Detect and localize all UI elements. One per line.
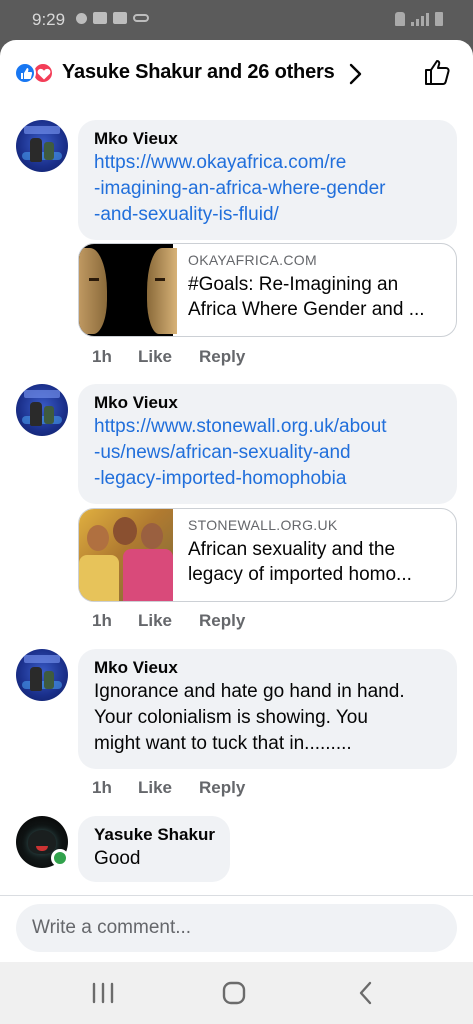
notification-icons [76, 12, 149, 24]
comment-bubble[interactable]: Mko Vieux https://www.okayafrica.com/re … [78, 120, 457, 240]
comment-time: 1h [92, 347, 112, 366]
link-preview-title: African sexuality and the legacy of impo… [188, 537, 450, 587]
back-icon[interactable] [352, 980, 380, 1006]
thumbs-up-icon[interactable] [423, 57, 453, 87]
messenger-notification-icon [76, 12, 87, 24]
link-preview-domain: OKAYAFRICA.COM [188, 252, 317, 268]
like-reaction-icon [14, 62, 36, 84]
comment-text-line: might want to tuck that in......... [94, 733, 352, 754]
status-time: 9:29 [32, 10, 66, 29]
comment-input[interactable] [16, 904, 457, 952]
link-preview-card[interactable]: OKAYAFRICA.COM #Goals: Re-Imagining an A… [78, 243, 457, 337]
alarm-icon [395, 12, 405, 26]
reply-button[interactable]: Reply [199, 778, 245, 798]
comment-link-line[interactable]: https://www.stonewall.org.uk/about [94, 414, 445, 440]
comment-actions: 1h Like Reply [92, 347, 245, 367]
comment-link-line[interactable]: https://www.okayafrica.com/re [94, 150, 445, 176]
comment-bubble[interactable]: Mko Vieux Ignorance and hate go hand in … [78, 649, 457, 769]
comment-link-line[interactable]: -us/news/african-sexuality-and [94, 440, 445, 466]
comment-text-line: Your colonialism is showing. You [94, 707, 368, 728]
comment-link-line[interactable]: -imagining-an-africa-where-gender [94, 176, 445, 202]
comment-time: 1h [92, 611, 112, 630]
link-preview-domain: STONEWALL.ORG.UK [188, 517, 338, 533]
avatar[interactable] [16, 120, 68, 172]
home-icon[interactable] [220, 980, 248, 1006]
comment-author[interactable]: Mko Vieux [94, 392, 445, 414]
comments-sheet: Yasuke Shakur and 26 others Mko Vieux ht… [0, 40, 473, 962]
chevron-right-icon[interactable] [348, 62, 364, 86]
link-preview-title-line: Africa Where Gender and ... [188, 299, 425, 320]
comment-time: 1h [92, 778, 112, 797]
like-button[interactable]: Like [138, 778, 199, 798]
comment-author[interactable]: Mko Vieux [94, 657, 445, 679]
like-button[interactable]: Like [138, 611, 199, 631]
comment-author[interactable]: Yasuke Shakur [94, 824, 218, 846]
online-status-indicator [51, 849, 69, 867]
recents-icon[interactable] [89, 980, 117, 1006]
signal-icon [411, 13, 429, 26]
link-preview-image [79, 244, 177, 336]
comment-bubble[interactable]: Yasuke Shakur Good [78, 816, 230, 882]
comment-actions: 1h Like Reply [92, 611, 245, 631]
reply-button[interactable]: Reply [199, 347, 245, 367]
comment-bubble[interactable]: Mko Vieux https://www.stonewall.org.uk/a… [78, 384, 457, 504]
system-icons [395, 12, 443, 26]
comment-actions: 1h Like Reply [92, 778, 245, 798]
reply-button[interactable]: Reply [199, 611, 245, 631]
comment-text: Good [94, 848, 141, 869]
link-preview-card[interactable]: STONEWALL.ORG.UK African sexuality and t… [78, 508, 457, 602]
link-preview-title: #Goals: Re-Imagining an Africa Where Gen… [188, 272, 450, 322]
comment-text-line: Ignorance and hate go hand in hand. [94, 681, 405, 702]
gallery-notification-icon [113, 12, 127, 24]
status-bar: 9:29 [0, 0, 473, 40]
reactions-header[interactable]: Yasuke Shakur and 26 others [0, 40, 473, 106]
comment-composer [0, 895, 473, 962]
link-preview-title-line: legacy of imported homo... [188, 564, 412, 585]
link-preview-title-line: #Goals: Re-Imagining an [188, 274, 399, 295]
comment-link-line[interactable]: -legacy-imported-homophobia [94, 466, 445, 492]
like-button[interactable]: Like [138, 347, 199, 367]
avatar[interactable] [16, 649, 68, 701]
gmail-notification-icon [93, 12, 107, 24]
link-preview-title-line: African sexuality and the [188, 539, 396, 560]
comment-author[interactable]: Mko Vieux [94, 128, 445, 150]
link-notification-icon [133, 14, 149, 22]
avatar[interactable] [16, 384, 68, 436]
link-preview-image [79, 509, 173, 601]
system-navigation-bar [0, 962, 473, 1024]
battery-icon [435, 12, 443, 26]
comment-link-line[interactable]: -and-sexuality-is-fluid/ [94, 202, 445, 228]
reactors-summary[interactable]: Yasuke Shakur and 26 others [62, 61, 335, 84]
